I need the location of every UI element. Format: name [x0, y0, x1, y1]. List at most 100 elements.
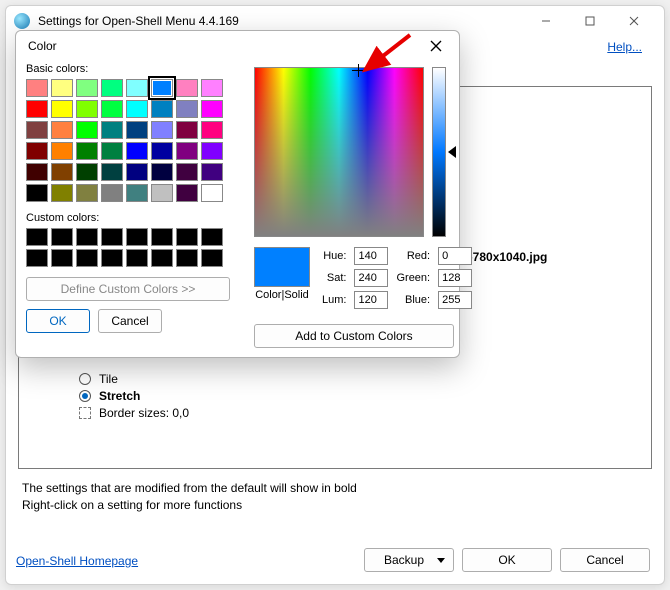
- radio-stretch[interactable]: [79, 390, 91, 402]
- border-sizes-label[interactable]: Border sizes: 0,0: [99, 406, 189, 420]
- custom-swatch[interactable]: [201, 228, 223, 246]
- basic-swatch[interactable]: [151, 184, 173, 202]
- green-label: Green:: [396, 272, 430, 284]
- basic-swatch[interactable]: [126, 184, 148, 202]
- color-ok-button[interactable]: OK: [26, 309, 90, 333]
- blue-input[interactable]: [438, 291, 472, 309]
- define-custom-colors-button[interactable]: Define Custom Colors >>: [26, 277, 230, 301]
- basic-swatch[interactable]: [76, 163, 98, 181]
- basic-swatch[interactable]: [126, 79, 148, 97]
- homepage-link[interactable]: Open-Shell Homepage: [16, 554, 138, 568]
- color-cancel-button[interactable]: Cancel: [98, 309, 162, 333]
- radio-tile[interactable]: [79, 373, 91, 385]
- color-dialog: Color Basic colors: Custom colors: Defin…: [15, 30, 460, 358]
- add-to-custom-colors-button[interactable]: Add to Custom Colors: [254, 324, 454, 348]
- custom-swatch[interactable]: [51, 249, 73, 267]
- basic-swatch[interactable]: [151, 121, 173, 139]
- basic-swatch[interactable]: [126, 100, 148, 118]
- basic-swatch[interactable]: [151, 79, 173, 97]
- basic-swatch[interactable]: [26, 142, 48, 160]
- custom-swatch[interactable]: [101, 249, 123, 267]
- color-solid-label: Color|Solid: [254, 289, 310, 301]
- custom-swatch[interactable]: [151, 249, 173, 267]
- basic-swatch[interactable]: [101, 79, 123, 97]
- custom-swatch[interactable]: [101, 228, 123, 246]
- basic-swatch[interactable]: [101, 163, 123, 181]
- basic-swatch[interactable]: [201, 142, 223, 160]
- color-solid-preview: [254, 247, 310, 287]
- color-dialog-close-button[interactable]: [425, 35, 447, 57]
- basic-swatch[interactable]: [76, 142, 98, 160]
- basic-swatch[interactable]: [176, 79, 198, 97]
- basic-swatch[interactable]: [126, 142, 148, 160]
- basic-swatch[interactable]: [201, 184, 223, 202]
- basic-swatch[interactable]: [176, 100, 198, 118]
- basic-swatch[interactable]: [51, 79, 73, 97]
- basic-swatch[interactable]: [151, 142, 173, 160]
- custom-swatch[interactable]: [26, 249, 48, 267]
- basic-swatch[interactable]: [26, 184, 48, 202]
- basic-swatch[interactable]: [51, 142, 73, 160]
- basic-swatch[interactable]: [201, 79, 223, 97]
- basic-swatch[interactable]: [76, 184, 98, 202]
- custom-swatch[interactable]: [126, 249, 148, 267]
- color-gradient[interactable]: [254, 67, 424, 237]
- hue-label: Hue:: [322, 250, 346, 262]
- basic-swatch[interactable]: [176, 121, 198, 139]
- basic-swatch[interactable]: [26, 100, 48, 118]
- basic-swatch[interactable]: [76, 100, 98, 118]
- basic-swatch[interactable]: [151, 100, 173, 118]
- basic-swatch[interactable]: [26, 163, 48, 181]
- custom-swatch[interactable]: [151, 228, 173, 246]
- luminance-arrow-icon[interactable]: [448, 146, 456, 158]
- basic-swatch[interactable]: [176, 184, 198, 202]
- basic-swatch[interactable]: [176, 163, 198, 181]
- custom-swatch[interactable]: [176, 249, 198, 267]
- custom-swatch[interactable]: [76, 228, 98, 246]
- sat-input[interactable]: [354, 269, 388, 287]
- basic-swatch[interactable]: [201, 100, 223, 118]
- help-link[interactable]: Help...: [607, 40, 642, 54]
- sat-label: Sat:: [322, 272, 346, 284]
- minimize-button[interactable]: [524, 6, 568, 36]
- basic-swatch[interactable]: [176, 142, 198, 160]
- basic-swatch[interactable]: [26, 121, 48, 139]
- radio-tile-label: Tile: [99, 372, 118, 386]
- backup-button[interactable]: Backup: [364, 548, 454, 572]
- hint-text: The settings that are modified from the …: [22, 480, 357, 514]
- maximize-button[interactable]: [568, 6, 612, 36]
- custom-swatch[interactable]: [126, 228, 148, 246]
- window-title: Settings for Open-Shell Menu 4.4.169: [38, 14, 239, 28]
- custom-swatch[interactable]: [201, 249, 223, 267]
- custom-swatch[interactable]: [76, 249, 98, 267]
- cancel-button[interactable]: Cancel: [560, 548, 650, 572]
- basic-swatch[interactable]: [51, 121, 73, 139]
- custom-swatch[interactable]: [26, 228, 48, 246]
- red-input[interactable]: [438, 247, 472, 265]
- green-input[interactable]: [438, 269, 472, 287]
- close-button[interactable]: [612, 6, 656, 36]
- basic-swatch[interactable]: [76, 79, 98, 97]
- basic-swatch[interactable]: [101, 142, 123, 160]
- gradient-crosshair[interactable]: [354, 66, 363, 75]
- basic-swatch[interactable]: [26, 79, 48, 97]
- luminance-slider[interactable]: [432, 67, 446, 237]
- basic-swatch[interactable]: [126, 163, 148, 181]
- basic-swatch[interactable]: [51, 100, 73, 118]
- basic-swatch[interactable]: [201, 163, 223, 181]
- hue-input[interactable]: [354, 247, 388, 265]
- custom-swatch[interactable]: [176, 228, 198, 246]
- basic-swatch[interactable]: [51, 163, 73, 181]
- lum-label: Lum:: [322, 294, 346, 306]
- basic-swatch[interactable]: [101, 184, 123, 202]
- custom-swatch[interactable]: [51, 228, 73, 246]
- basic-swatch[interactable]: [151, 163, 173, 181]
- basic-swatch[interactable]: [201, 121, 223, 139]
- ok-button[interactable]: OK: [462, 548, 552, 572]
- basic-swatch[interactable]: [51, 184, 73, 202]
- basic-swatch[interactable]: [76, 121, 98, 139]
- basic-swatch[interactable]: [101, 121, 123, 139]
- basic-swatch[interactable]: [101, 100, 123, 118]
- basic-swatch[interactable]: [126, 121, 148, 139]
- lum-input[interactable]: [354, 291, 388, 309]
